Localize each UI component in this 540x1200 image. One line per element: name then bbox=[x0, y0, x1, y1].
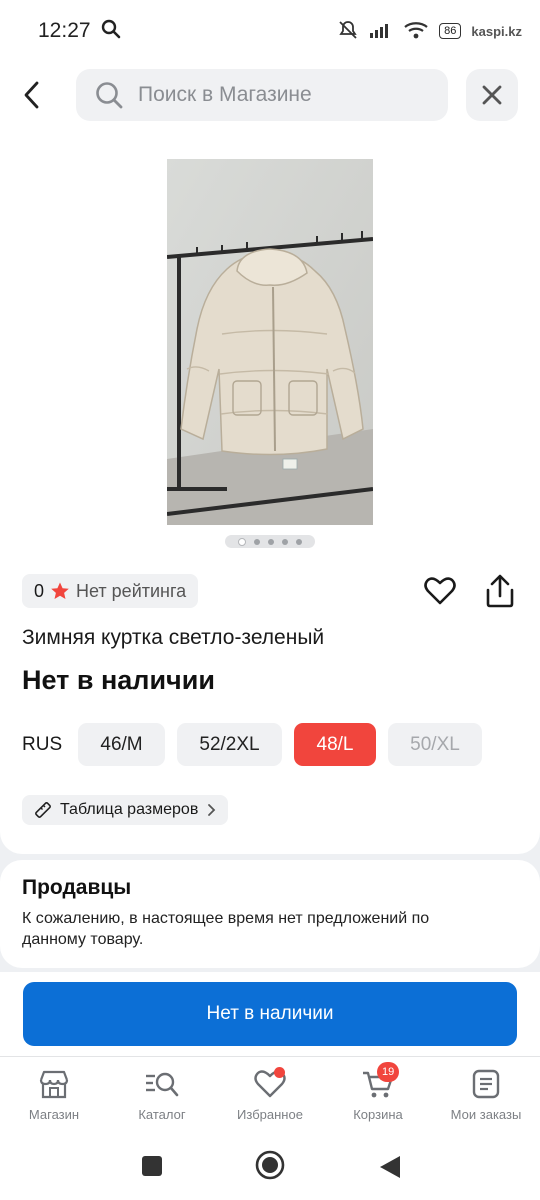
share-button[interactable] bbox=[484, 574, 516, 613]
mute-icon bbox=[337, 19, 359, 44]
system-back-button[interactable] bbox=[378, 1154, 402, 1185]
signal-icon bbox=[369, 21, 393, 42]
status-icons: 86 kaspi.kz bbox=[337, 19, 522, 44]
close-search-button[interactable] bbox=[466, 69, 518, 121]
nav-item-orders[interactable]: Мои заказы bbox=[432, 1057, 540, 1134]
size-table-link[interactable]: Таблица размеров bbox=[22, 795, 229, 825]
orders-icon bbox=[472, 1069, 500, 1099]
ruler-icon bbox=[35, 802, 51, 818]
status-time: 12:27 bbox=[38, 19, 91, 42]
product-title: Зимняя куртка светло-зеленый bbox=[22, 626, 325, 649]
nav-label: Магазин bbox=[28, 1107, 80, 1122]
nav-label: Каталог bbox=[138, 1107, 186, 1122]
share-icon bbox=[486, 574, 514, 608]
pager-dot[interactable] bbox=[268, 538, 274, 545]
favorite-button[interactable] bbox=[424, 576, 456, 611]
size-option-selected[interactable]: 48/L bbox=[294, 723, 376, 766]
nav-label: Избранное bbox=[237, 1107, 303, 1122]
chevron-right-icon bbox=[208, 804, 216, 816]
star-icon bbox=[51, 582, 69, 599]
search-icon bbox=[101, 19, 121, 44]
status-bar: 12:27 86 kaspi.kz bbox=[0, 0, 540, 62]
size-option[interactable]: 46/M bbox=[78, 723, 165, 766]
nav-label: Мои заказы bbox=[450, 1107, 522, 1122]
size-table-label: Таблица размеров bbox=[60, 801, 199, 818]
pager-dot[interactable] bbox=[254, 538, 260, 545]
back-button[interactable] bbox=[22, 70, 62, 120]
pager-dot[interactable] bbox=[296, 538, 302, 545]
pager-dot-active[interactable] bbox=[238, 537, 246, 546]
square-icon bbox=[142, 1156, 162, 1176]
cart-badge: 19 bbox=[377, 1062, 400, 1082]
pager-dot[interactable] bbox=[282, 538, 288, 545]
home-button[interactable] bbox=[255, 1150, 285, 1185]
wifi-icon bbox=[403, 20, 429, 43]
nav-label: Корзина bbox=[353, 1107, 403, 1122]
home-circle-icon bbox=[255, 1150, 285, 1180]
search-placeholder: Поиск в Магазине bbox=[138, 83, 312, 106]
rating-text: Нет рейтинга bbox=[76, 580, 187, 601]
chevron-left-icon bbox=[24, 81, 39, 109]
rating-chip[interactable]: 0 Нет рейтинга bbox=[22, 574, 199, 608]
size-selector: RUS 46/M 52/2XL 48/L 50/XL bbox=[22, 723, 494, 766]
size-system-label: RUS bbox=[22, 733, 63, 755]
close-icon bbox=[482, 85, 502, 105]
notification-dot bbox=[274, 1067, 285, 1078]
sellers-title: Продавцы bbox=[22, 876, 132, 899]
top-bar: Поиск в Магазине bbox=[0, 62, 540, 128]
store-icon bbox=[39, 1070, 69, 1099]
battery-indicator: 86 bbox=[439, 23, 462, 39]
catalog-search-icon bbox=[146, 1072, 179, 1097]
image-pager[interactable] bbox=[225, 535, 315, 548]
rating-value: 0 bbox=[34, 580, 45, 601]
watermark: kaspi.kz bbox=[471, 23, 522, 39]
sellers-section: Продавцы К сожалению, в настоящее время … bbox=[0, 860, 540, 968]
product-card: 0 Нет рейтинга Зимняя куртка светло-зеле… bbox=[0, 128, 540, 854]
heart-icon bbox=[424, 577, 456, 605]
nav-item-favorites[interactable]: Избранное bbox=[216, 1057, 324, 1134]
nav-item-catalog[interactable]: Каталог bbox=[108, 1057, 216, 1134]
nav-item-cart[interactable]: 19 Корзина bbox=[324, 1057, 432, 1134]
bottom-navigation: Магазин Каталог Избранное 19 Корзина Мои… bbox=[0, 1056, 540, 1134]
nav-item-store[interactable]: Магазин bbox=[0, 1057, 108, 1134]
triangle-back-icon bbox=[380, 1156, 400, 1178]
availability-status: Нет в наличии bbox=[22, 665, 215, 695]
system-navigation bbox=[0, 1134, 540, 1200]
out-of-stock-button[interactable]: Нет в наличии bbox=[23, 982, 517, 1046]
product-image[interactable] bbox=[167, 159, 373, 525]
cta-container: Нет в наличии bbox=[0, 972, 540, 1056]
search-icon bbox=[96, 82, 123, 109]
size-option-disabled[interactable]: 50/XL bbox=[388, 723, 482, 766]
size-option[interactable]: 52/2XL bbox=[177, 723, 282, 766]
sellers-message: К сожалению, в настоящее время нет предл… bbox=[22, 910, 430, 948]
search-input[interactable]: Поиск в Магазине bbox=[76, 69, 448, 121]
recent-apps-button[interactable] bbox=[140, 1154, 164, 1183]
